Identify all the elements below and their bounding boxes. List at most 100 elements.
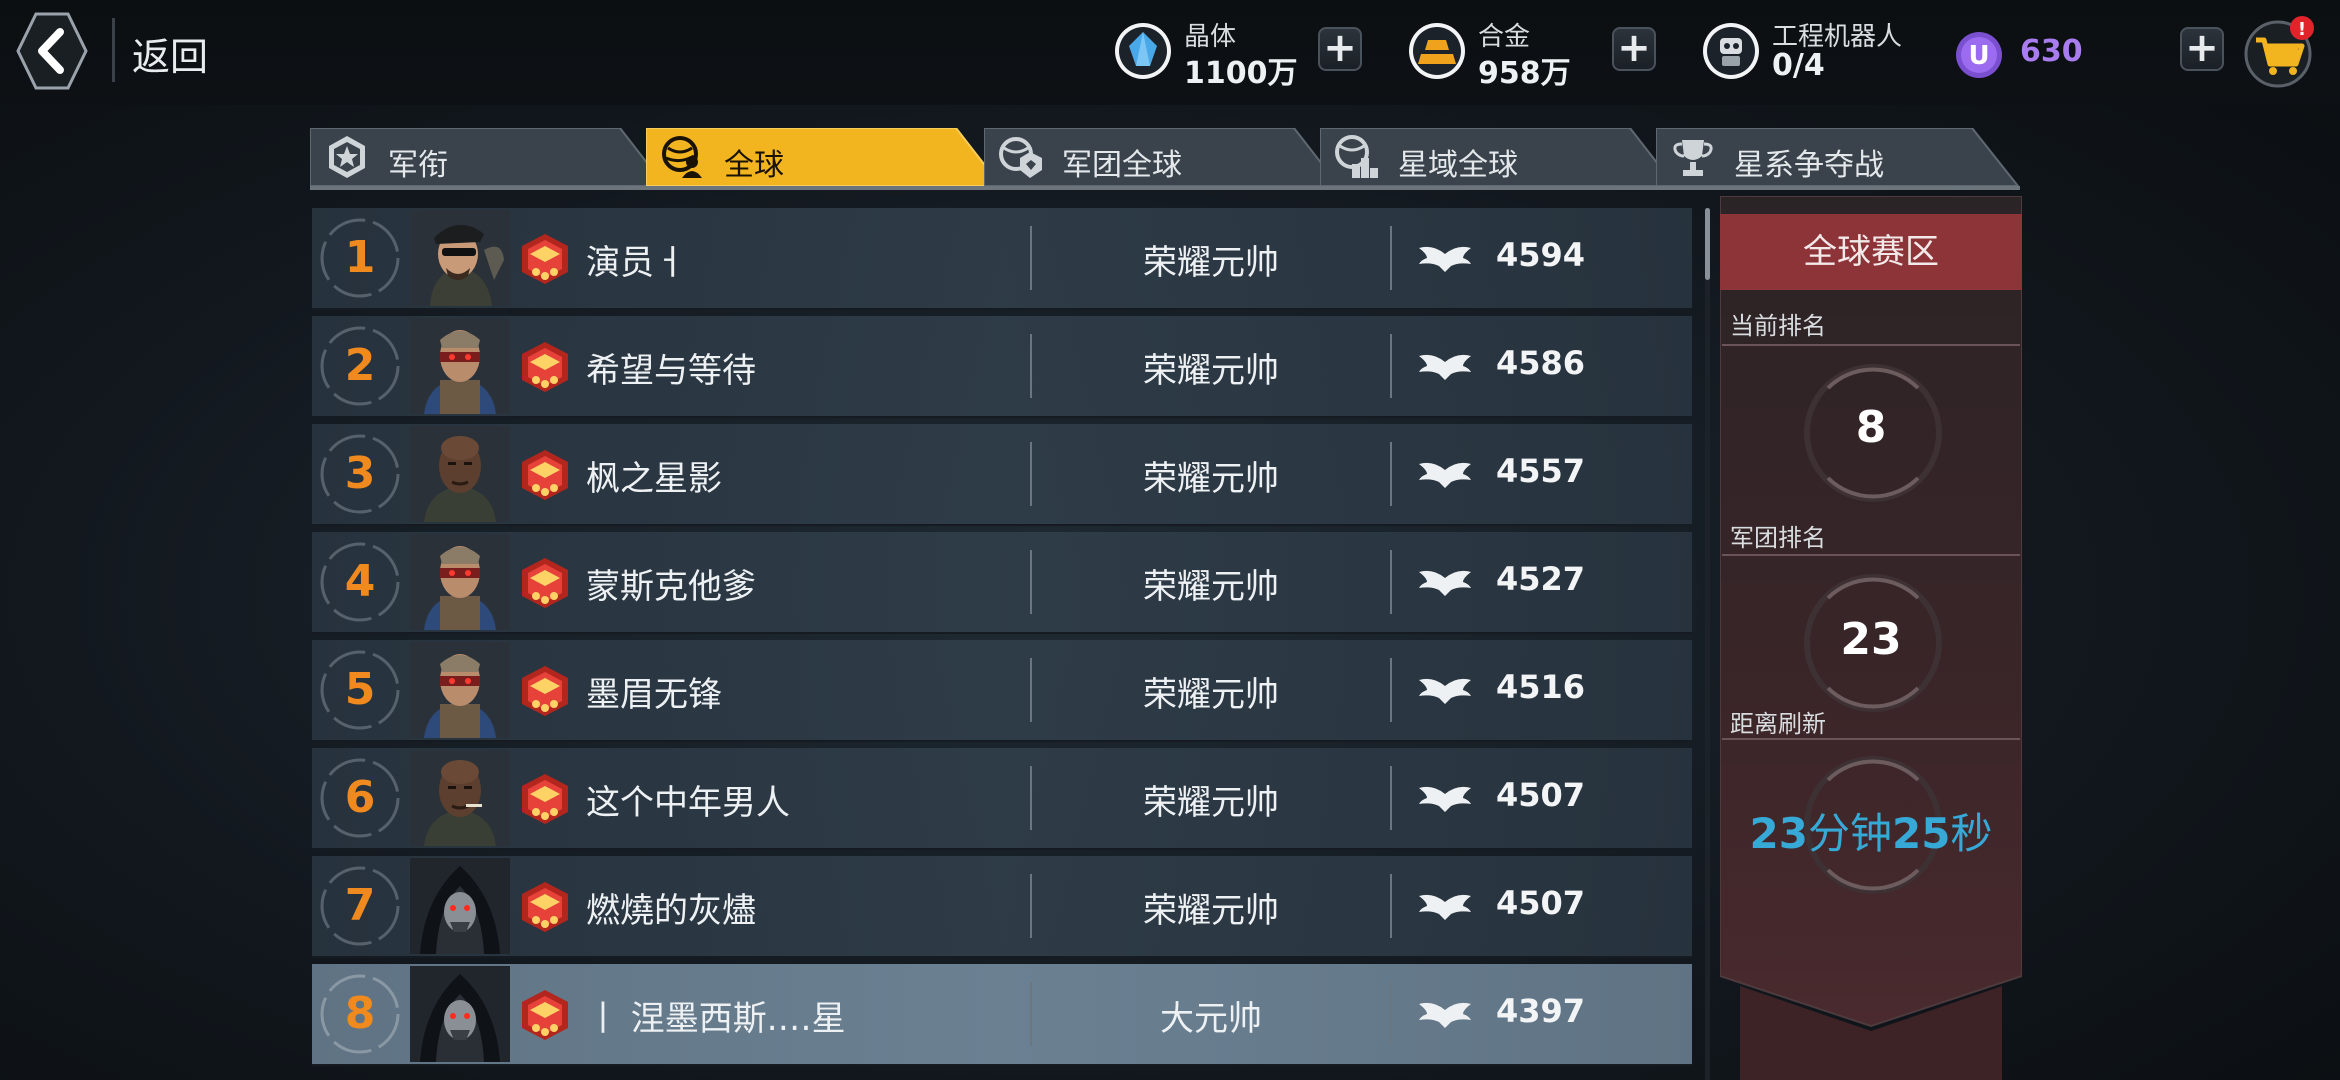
resource-alloy: 合金 958万 [1406, 14, 1586, 94]
trophy-icon [1673, 140, 1713, 176]
resource-value: 1100万 [1184, 56, 1298, 91]
back-divider [112, 18, 115, 82]
crystal-icon [1115, 23, 1171, 79]
score-value: 4507 [1496, 884, 1586, 922]
refresh-label: 距离刷新 [1730, 710, 1826, 738]
list-scroll-track [1705, 208, 1710, 1080]
tab-label: 军团全球 [1062, 148, 1182, 183]
panel-title: 全球赛区 [1720, 214, 2022, 290]
ranking-row[interactable]: 6 这个中年男人 荣耀元帅 4507 [312, 748, 1692, 850]
tab-underline [310, 186, 2020, 190]
rank-number: 2 [344, 340, 376, 391]
panel-divider [1722, 554, 2020, 556]
back-button[interactable] [16, 12, 88, 90]
rank-badge-icon [522, 882, 568, 932]
tab-star-domain-global[interactable]: 星域全球 [1320, 128, 1680, 186]
column-divider [1390, 550, 1392, 614]
podium-globe-icon [1335, 135, 1378, 178]
tab-rank[interactable]: 军衔 [310, 128, 670, 186]
robot-icon [1703, 23, 1759, 79]
column-divider [1390, 334, 1392, 398]
rank-badge-icon [522, 342, 568, 392]
legion-rank-value: 23 [1840, 614, 1902, 665]
ranking-row[interactable]: 4 蒙斯克他爹 荣耀元帅 4527 [312, 532, 1692, 634]
player-name: 枫之星影 [586, 459, 722, 499]
back-label[interactable]: 返回 [132, 26, 208, 81]
player-name: 丨 涅墨西斯.…星 [586, 999, 846, 1039]
ranking-row[interactable]: 3 枫之星影 荣耀元帅 4557 [312, 424, 1692, 526]
column-divider [1390, 874, 1392, 938]
shop-cart-button[interactable]: ! [2240, 14, 2320, 88]
player-name: 燃燒的灰燼 [586, 891, 756, 931]
panel-divider [1722, 738, 2020, 740]
global-players-icon [662, 136, 702, 178]
add-crystal-button[interactable]: + [1318, 27, 1362, 71]
rank-badge-icon [522, 234, 568, 284]
rank-badge-icon [522, 558, 568, 608]
soldier-bald-avatar [410, 426, 510, 522]
timer-second-unit: 秒 [1950, 809, 1993, 858]
military-title: 荣耀元帅 [1143, 459, 1279, 499]
tab-label: 星系争夺战 [1734, 148, 1884, 183]
column-divider [1390, 982, 1392, 1046]
ranking-row[interactable]: 2 希望与等待 荣耀元帅 4586 [312, 316, 1692, 418]
current-rank-value: 8 [1855, 402, 1887, 453]
legion-globe-icon [999, 137, 1042, 178]
hooded-red-eyes-avatar [410, 966, 510, 1062]
military-title: 荣耀元帅 [1143, 675, 1279, 715]
wings-icon [1419, 894, 1471, 920]
ranking-row-self[interactable]: 8 丨 涅墨西斯.…星 大元帅 4397 [312, 964, 1692, 1066]
wings-icon [1419, 462, 1471, 488]
wings-icon [1419, 1002, 1471, 1028]
military-title: 荣耀元帅 [1143, 567, 1279, 607]
ranking-list[interactable]: 1 演员ㅓ 荣耀元帅 4594 2 希望与等待 荣耀元帅 4586 3 枫之星影… [312, 208, 1692, 1080]
timer-minute-unit: 分钟 [1807, 809, 1892, 858]
cyborg-visor-avatar [410, 642, 510, 738]
score-value: 4557 [1496, 452, 1586, 490]
tab-label: 军衔 [388, 148, 448, 183]
back-arrow-icon [16, 12, 88, 90]
wings-icon [1419, 354, 1471, 380]
rank-badge-icon [522, 774, 568, 824]
rank-badge-icon [522, 666, 568, 716]
refresh-countdown: 23分钟25秒 [1720, 800, 2022, 861]
add-alloy-button[interactable]: + [1612, 27, 1656, 71]
legion-rank-label: 军团排名 [1730, 524, 1826, 552]
rank-badge-icon [522, 450, 568, 500]
rank-number: 3 [344, 448, 376, 499]
rank-number: 5 [344, 664, 376, 715]
ranking-row[interactable]: 5 墨眉无锋 荣耀元帅 4516 [312, 640, 1692, 742]
cart-icon: ! [2244, 16, 2314, 88]
cart-alert-badge: ! [2298, 19, 2306, 40]
soldier-bald-avatar [410, 750, 510, 846]
score-value: 4527 [1496, 560, 1586, 598]
top-bar: 返回 晶体 1100万 + 合金 958万 + 工程机器人 0/4 U 630 … [0, 0, 2340, 105]
score-value: 4594 [1496, 236, 1586, 274]
tab-global[interactable]: 全球 [646, 128, 1006, 186]
ranking-row[interactable]: 7 燃燒的灰燼 荣耀元帅 4507 [312, 856, 1692, 958]
alloy-icon [1409, 23, 1465, 79]
tab-bar: 军衔 全球 军团全球 星域全球 星系争夺战 [310, 128, 2020, 190]
resource-value: 958万 [1478, 56, 1571, 91]
current-rank-label: 当前排名 [1730, 312, 1826, 340]
column-divider [1390, 658, 1392, 722]
wings-icon [1419, 786, 1471, 812]
rank-number: 1 [344, 232, 376, 283]
global-zone-panel: 全球赛区 当前排名 8 军团排名 23 距离刷新 23分钟25秒 [1720, 196, 2022, 1080]
player-name: 墨眉无锋 [586, 675, 722, 715]
wings-icon [1419, 678, 1471, 704]
player-name: 蒙斯克他爹 [586, 567, 756, 607]
add-u-coin-button[interactable]: + [2180, 27, 2224, 71]
list-scrollbar[interactable] [1705, 208, 1710, 280]
tab-legion-global[interactable]: 军团全球 [984, 128, 1344, 186]
resource-robot: 工程机器人 0/4 [1700, 14, 1940, 94]
player-name: 这个中年男人 [586, 783, 790, 823]
military-title: 荣耀元帅 [1143, 351, 1279, 391]
ranking-row[interactable]: 1 演员ㅓ 荣耀元帅 4594 [312, 208, 1692, 310]
resource-crystal: 晶体 1100万 [1112, 14, 1298, 94]
rank-number: 8 [344, 988, 376, 1039]
rank-star-icon [329, 136, 365, 178]
column-divider [1390, 226, 1392, 290]
tab-galaxy-war[interactable]: 星系争夺战 [1656, 128, 2020, 186]
military-title: 大元帅 [1160, 999, 1262, 1039]
